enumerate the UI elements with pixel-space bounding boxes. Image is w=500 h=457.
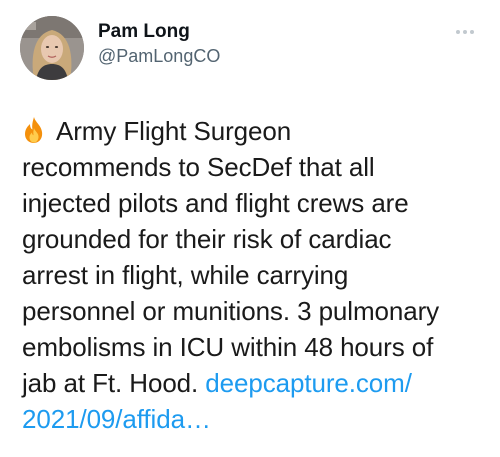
tweet-line: grounded for their risk of cardiac — [22, 224, 392, 254]
tweet-link[interactable]: deepcapture.com/ — [205, 368, 412, 398]
tweet-line: arrest in flight, while carrying — [22, 260, 349, 290]
tweet-line: recommends to SecDef that all — [22, 152, 375, 182]
tweet-line: Army Flight Surgeon — [22, 113, 492, 149]
user-handle[interactable]: @PamLongCO — [98, 44, 220, 68]
more-options-icon[interactable] — [456, 30, 474, 34]
avatar[interactable] — [20, 16, 84, 80]
fire-emoji-icon — [25, 117, 43, 143]
more-dot — [463, 30, 467, 34]
profile-photo-icon — [20, 16, 84, 80]
tweet-line: 2021/09/affida… — [22, 401, 492, 437]
tweet-line-text: jab at Ft. Hood. — [22, 368, 199, 398]
tweet-link-continued[interactable]: 2021/09/affida… — [22, 404, 211, 434]
tweet-line: injected pilots and flight crews are — [22, 188, 409, 218]
tweet-line: embolisms in ICU within 48 hours of — [22, 332, 434, 362]
author-names: Pam Long @PamLongCO — [98, 20, 220, 68]
display-name[interactable]: Pam Long — [98, 20, 220, 44]
tweet-line: personnel or munitions. 3 pulmonary — [22, 296, 440, 326]
more-dot — [470, 30, 474, 34]
tweet-text: Army Flight Surgeon recommends to SecDef… — [22, 113, 492, 437]
tweet-header: Pam Long @PamLongCO — [20, 16, 220, 80]
tweet-card[interactable]: Pam Long @PamLongCO Army Flight Surgeon … — [0, 0, 500, 457]
tweet-line: jab at Ft. Hood. deepcapture.com/ — [22, 365, 492, 401]
tweet-line-text: Army Flight Surgeon — [56, 116, 292, 146]
more-dot — [456, 30, 460, 34]
